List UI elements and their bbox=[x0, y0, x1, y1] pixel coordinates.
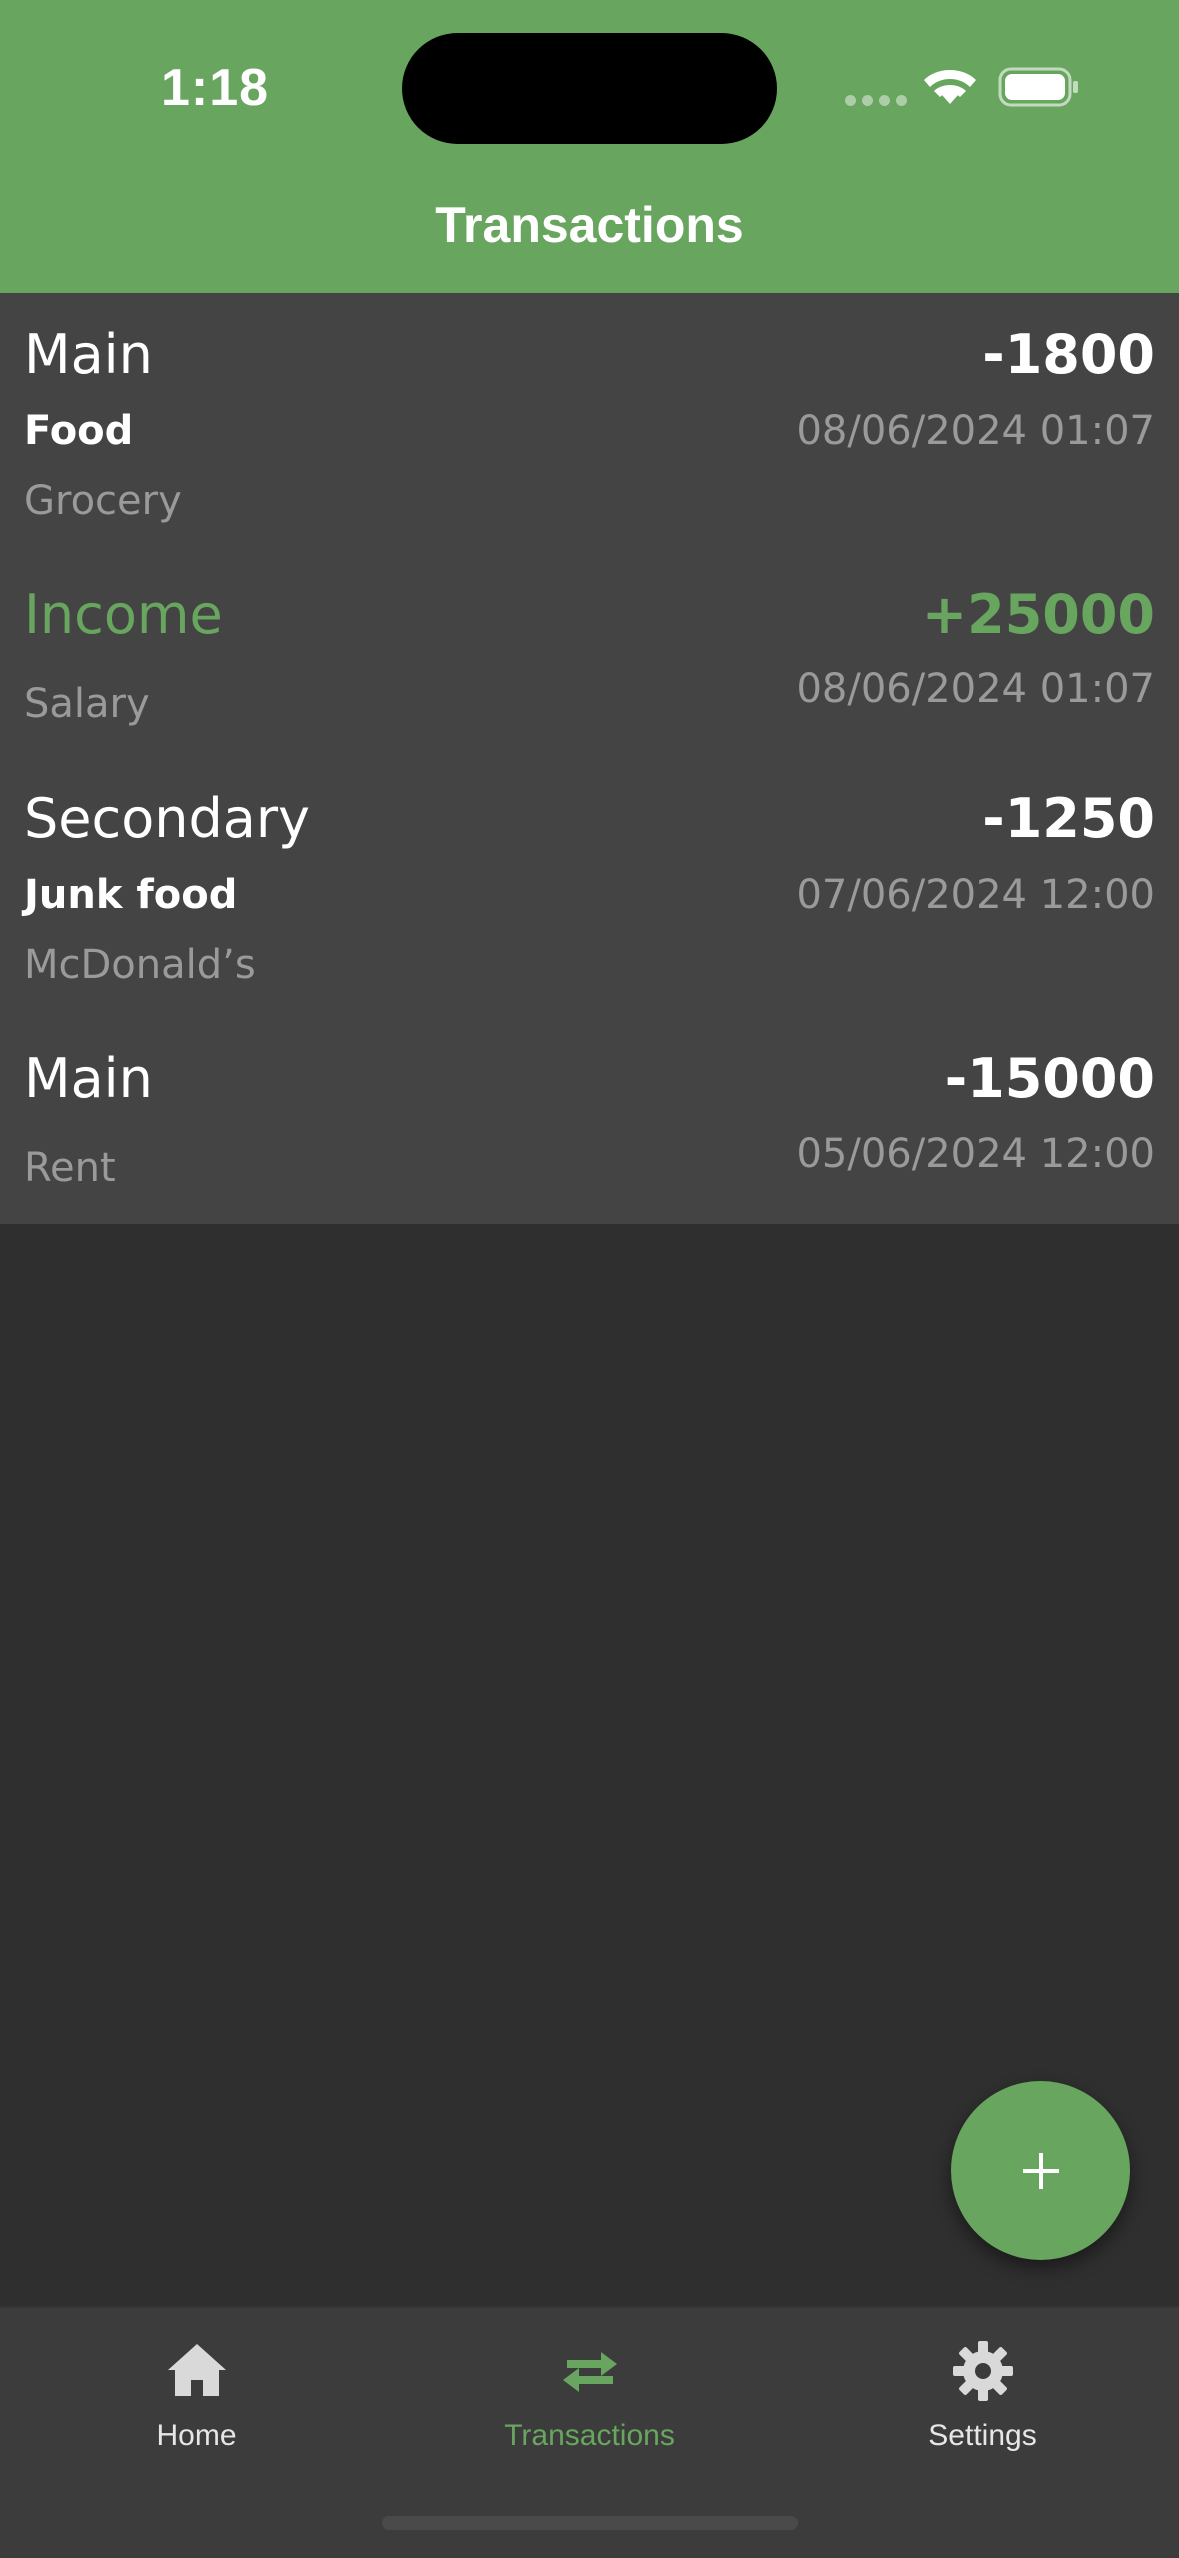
dynamic-island bbox=[402, 33, 777, 144]
transaction-date: 08/06/2024 01:07 bbox=[796, 408, 1155, 454]
transaction-account: Secondary bbox=[24, 787, 310, 850]
transaction-date: 05/06/2024 12:00 bbox=[796, 1131, 1155, 1177]
nav-label-settings: Settings bbox=[928, 2419, 1037, 2452]
plus-icon bbox=[1022, 2152, 1059, 2189]
transaction-item[interactable]: Main -15000 05/06/2024 12:00 Rent bbox=[0, 1021, 1179, 1224]
transaction-note: McDonald’s bbox=[24, 942, 256, 988]
transaction-item[interactable]: Secondary -1250 Junk food 07/06/2024 12:… bbox=[0, 759, 1179, 1021]
transaction-account: Income bbox=[24, 583, 223, 646]
transaction-amount: +25000 bbox=[921, 583, 1155, 646]
nav-item-transactions[interactable]: Transactions bbox=[393, 2308, 786, 2498]
transaction-amount: -15000 bbox=[944, 1047, 1155, 1110]
nav-label-home: Home bbox=[156, 2419, 237, 2452]
transaction-item[interactable]: Income +25000 08/06/2024 01:07 Salary bbox=[0, 555, 1179, 759]
home-indicator bbox=[382, 2516, 798, 2530]
transaction-account: Main bbox=[24, 1047, 153, 1110]
transaction-account: Main bbox=[24, 323, 153, 386]
nav-label-transactions: Transactions bbox=[504, 2419, 675, 2452]
transaction-note: Salary bbox=[24, 681, 150, 727]
add-transaction-button[interactable] bbox=[951, 2081, 1130, 2260]
transaction-list: Main -1800 Food 08/06/2024 01:07 Grocery… bbox=[0, 293, 1179, 1224]
transaction-date: 08/06/2024 01:07 bbox=[796, 666, 1155, 712]
nav-item-settings[interactable]: Settings bbox=[786, 2308, 1179, 2498]
app-header: 1:18 Transactions bbox=[0, 0, 1179, 293]
page-title: Transactions bbox=[435, 197, 744, 253]
cellular-signal-icon bbox=[845, 95, 907, 106]
nav-item-home[interactable]: Home bbox=[0, 2308, 393, 2498]
gear-icon bbox=[952, 2341, 1013, 2401]
transaction-category: Food bbox=[24, 408, 134, 454]
transaction-amount: -1250 bbox=[982, 787, 1155, 850]
transaction-item[interactable]: Main -1800 Food 08/06/2024 01:07 Grocery bbox=[0, 293, 1179, 555]
battery-icon bbox=[998, 67, 1078, 107]
transaction-note: Grocery bbox=[24, 478, 182, 524]
status-time: 1:18 bbox=[160, 59, 270, 117]
transfer-arrows-icon bbox=[562, 2352, 617, 2392]
transaction-date: 07/06/2024 12:00 bbox=[796, 872, 1155, 918]
transaction-amount: -1800 bbox=[982, 323, 1155, 386]
wifi-icon bbox=[924, 70, 976, 104]
transaction-note: Rent bbox=[24, 1145, 116, 1191]
home-icon bbox=[167, 2344, 226, 2396]
transaction-category: Junk food bbox=[24, 872, 238, 918]
